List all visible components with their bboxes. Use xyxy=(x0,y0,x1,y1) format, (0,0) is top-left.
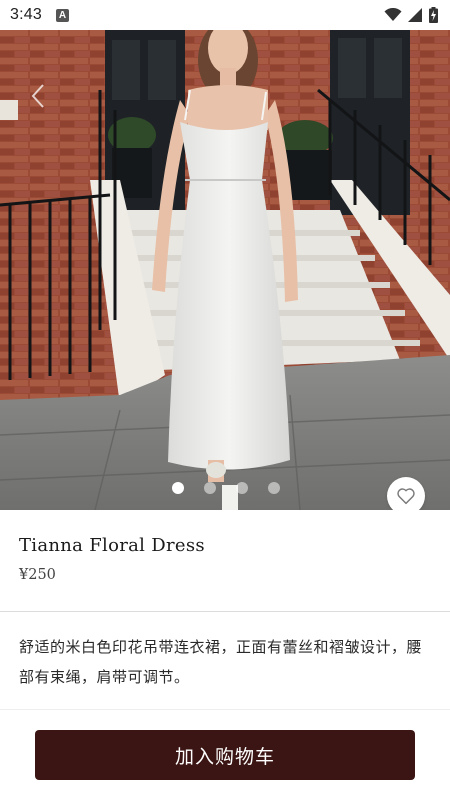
status-icons xyxy=(384,7,438,23)
signal-icon xyxy=(408,8,422,22)
chevron-left-icon xyxy=(31,84,44,108)
battery-charging-icon xyxy=(429,7,438,23)
product-description: 舒适的米白色印花吊带连衣裙，正面有蕾丝和褶皱设计，腰部有束绳，肩带可调节。 xyxy=(19,638,423,686)
gallery-dot-1[interactable] xyxy=(172,482,184,494)
product-image-gallery[interactable] xyxy=(0,30,450,510)
gallery-dot-2[interactable] xyxy=(204,482,216,494)
product-price: ¥250 xyxy=(19,567,56,583)
product-photo xyxy=(0,30,450,510)
divider xyxy=(0,709,450,710)
divider xyxy=(0,611,450,612)
gallery-dot-4[interactable] xyxy=(268,482,280,494)
back-button[interactable] xyxy=(24,82,52,110)
add-to-cart-button[interactable]: 加入购物车 xyxy=(35,730,415,780)
status-bar: 3:43 A xyxy=(0,0,450,30)
notification-badge: A xyxy=(55,8,69,22)
product-name: Tianna Floral Dress xyxy=(19,535,205,556)
status-time: 3:43 xyxy=(10,6,42,23)
gallery-pagination xyxy=(0,482,450,496)
product-info: Tianna Floral Dress ¥250 xyxy=(0,510,450,611)
wifi-icon xyxy=(384,8,402,21)
gallery-dot-3[interactable] xyxy=(236,482,248,494)
